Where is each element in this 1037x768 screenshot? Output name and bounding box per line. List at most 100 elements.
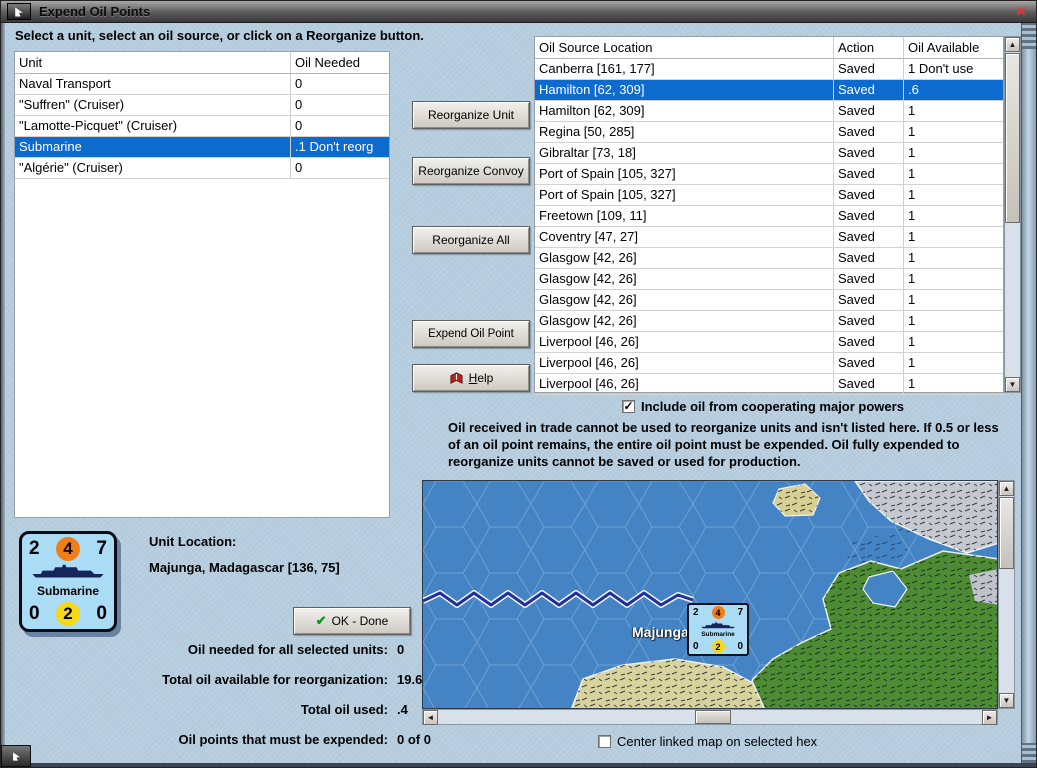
oil-table-row[interactable]: Liverpool [46, 26] Saved 1 [535,374,1003,395]
scroll-thumb[interactable] [1005,53,1020,223]
stat-value: .4 [397,702,408,717]
include-oil-checkbox[interactable]: ✓ [622,398,635,413]
location-cell: Glasgow [42, 26] [535,269,834,289]
oil-table-row[interactable]: Regina [50, 285] Saved 1 [535,122,1003,143]
oil-table-row[interactable]: Hamilton [62, 309] Saved 1 [535,101,1003,122]
oil-table-row[interactable]: Glasgow [42, 26] Saved 1 [535,311,1003,332]
unit-cell: "Algérie" (Cruiser) [15,158,291,178]
stat-row: Oil needed for all selected units: 0 [11,642,551,657]
reorganize-convoy-label: Reorganize Convoy [418,164,524,178]
center-map-checkbox[interactable]: ✓ [598,735,611,748]
unit-location-heading: Unit Location: [149,534,237,549]
window-border-bottom [1,763,1036,767]
oil-table-row[interactable]: Coventry [47, 27] Saved 1 [535,227,1003,248]
expend-oil-points-dialog: Expend Oil Points ✕ Select a unit, selec… [0,0,1037,768]
action-cell: Saved [834,122,904,142]
chevron-down-icon: ▼ [1002,696,1011,705]
action-cell: Saved [834,59,904,79]
column-header-location: Oil Source Location [535,37,834,58]
counter-bottom-left: 0 [29,603,40,624]
oil-table-row[interactable]: Glasgow [42, 26] Saved 1 [535,269,1003,290]
location-cell: Port of Spain [105, 327] [535,185,834,205]
oil-table-row[interactable]: Freetown [109, 11] Saved 1 [535,206,1003,227]
unit-table-header: Unit Oil Needed [15,52,389,74]
location-cell: Coventry [47, 27] [535,227,834,247]
oil-table-scrollbar[interactable]: ▲ ▼ [1004,36,1021,393]
unit-table-row[interactable]: "Lamotte-Picquet" (Cruiser) 0 [15,116,389,137]
unit-table-row[interactable]: Submarine .1 Don't reorg [15,137,389,158]
mini-counter-orange-badge: 4 [711,606,725,619]
oil-table-row[interactable]: Port of Spain [105, 327] Saved 1 [535,185,1003,206]
map-vertical-scrollbar[interactable]: ▲ ▼ [998,480,1015,709]
available-cell: 1 [908,292,916,307]
column-header-available: Oil Available [908,40,980,55]
map-scroll-up-button[interactable]: ▲ [999,481,1014,496]
title-bar[interactable]: Expend Oil Points ✕ [1,1,1036,23]
counter-orange-badge: 4 [56,537,80,561]
oil-table-row[interactable]: Port of Spain [105, 327] Saved 1 [535,164,1003,185]
chevron-right-icon: ► [985,713,994,722]
location-cell: Liverpool [46, 26] [535,374,834,394]
reorganize-all-label: Reorganize All [432,233,510,247]
location-cell: Glasgow [42, 26] [535,248,834,268]
stat-value: 0 [397,642,405,657]
help-button[interactable]: Help [412,364,530,392]
map-vscroll-thumb[interactable] [999,497,1014,569]
available-cell: 1 [908,376,916,391]
oil-table-row[interactable]: Hamilton [62, 309] Saved .6 [535,80,1003,101]
action-cell: Saved [834,332,904,352]
oil-rules-note: Oil received in trade cannot be used to … [448,420,999,469]
location-cell: Glasgow [42, 26] [535,290,834,310]
counter-top-left: 2 [29,538,40,559]
available-cell: 1 [908,355,916,370]
help-book-icon [449,371,464,385]
reorganize-unit-label: Reorganize Unit [427,108,515,122]
expend-oil-point-button[interactable]: Expend Oil Point [412,320,530,348]
oil-table-row[interactable]: Glasgow [42, 26] Saved 1 [535,248,1003,269]
unit-counter: 2 4 7 Submarine 0 2 0 [19,531,117,632]
reorganize-unit-button[interactable]: Reorganize Unit [412,101,530,129]
oil-table-row[interactable]: Liverpool [46, 26] Saved 1 [535,332,1003,353]
unit-table-row[interactable]: "Algérie" (Cruiser) 0 [15,158,389,179]
close-icon[interactable]: ✕ [1012,3,1030,21]
oil-table-row[interactable]: Gibraltar [73, 18] Saved 1 [535,143,1003,164]
stat-row: Oil points that must be expended: 0 of 0 [11,732,551,747]
map-scroll-right-button[interactable]: ► [982,710,997,725]
oil-table-row[interactable]: Liverpool [46, 26] Saved 1 [535,353,1003,374]
stat-value: 0 of 0 [397,732,431,747]
ok-done-button[interactable]: ✔ OK - Done [293,607,411,635]
mini-counter-yellow-badge: 2 [711,640,725,653]
oil-table-row[interactable]: Glasgow [42, 26] Saved 1 [535,290,1003,311]
action-cell: Saved [834,227,904,247]
location-cell: Freetown [109, 11] [535,206,834,226]
map-unit-counter[interactable]: 2 4 7 Submarine 0 2 0 [687,603,749,656]
scroll-up-button[interactable]: ▲ [1005,37,1020,52]
map-hscroll-thumb[interactable] [695,710,731,724]
location-cell: Hamilton [62, 309] [535,101,834,121]
action-cell: Saved [834,290,904,310]
chevron-down-icon: ▼ [1008,380,1017,389]
available-cell: 1 [908,124,916,139]
unit-location-value: Majunga, Madagascar [136, 75] [149,560,340,575]
oil-needed-cell: 0 [295,76,303,91]
unit-table-body: Naval Transport 0 "Suffren" (Cruiser) 0 … [15,74,389,179]
window-title: Expend Oil Points [39,4,151,19]
unit-table-row[interactable]: Naval Transport 0 [15,74,389,95]
action-cell: Saved [834,353,904,373]
location-cell: Glasgow [42, 26] [535,311,834,331]
available-cell: 1 [908,313,916,328]
location-cell: Liverpool [46, 26] [535,353,834,373]
reorganize-convoy-button[interactable]: Reorganize Convoy [412,157,530,185]
counter-unit-name: Submarine [36,584,99,598]
mini-ship-silhouette-icon [693,621,743,630]
counter-top-right: 7 [96,538,107,559]
include-oil-label: Include oil from cooperating major power… [641,399,904,414]
check-icon: ✓ [623,398,634,413]
oil-needed-cell: 0 [295,97,303,112]
map-scroll-down-button[interactable]: ▼ [999,693,1014,708]
scroll-down-button[interactable]: ▼ [1005,377,1020,392]
window-border-left [1,23,5,767]
unit-table-row[interactable]: "Suffren" (Cruiser) 0 [15,95,389,116]
reorganize-all-button[interactable]: Reorganize All [412,226,530,254]
oil-table-row[interactable]: Canberra [161, 177] Saved 1 Don't use [535,59,1003,80]
